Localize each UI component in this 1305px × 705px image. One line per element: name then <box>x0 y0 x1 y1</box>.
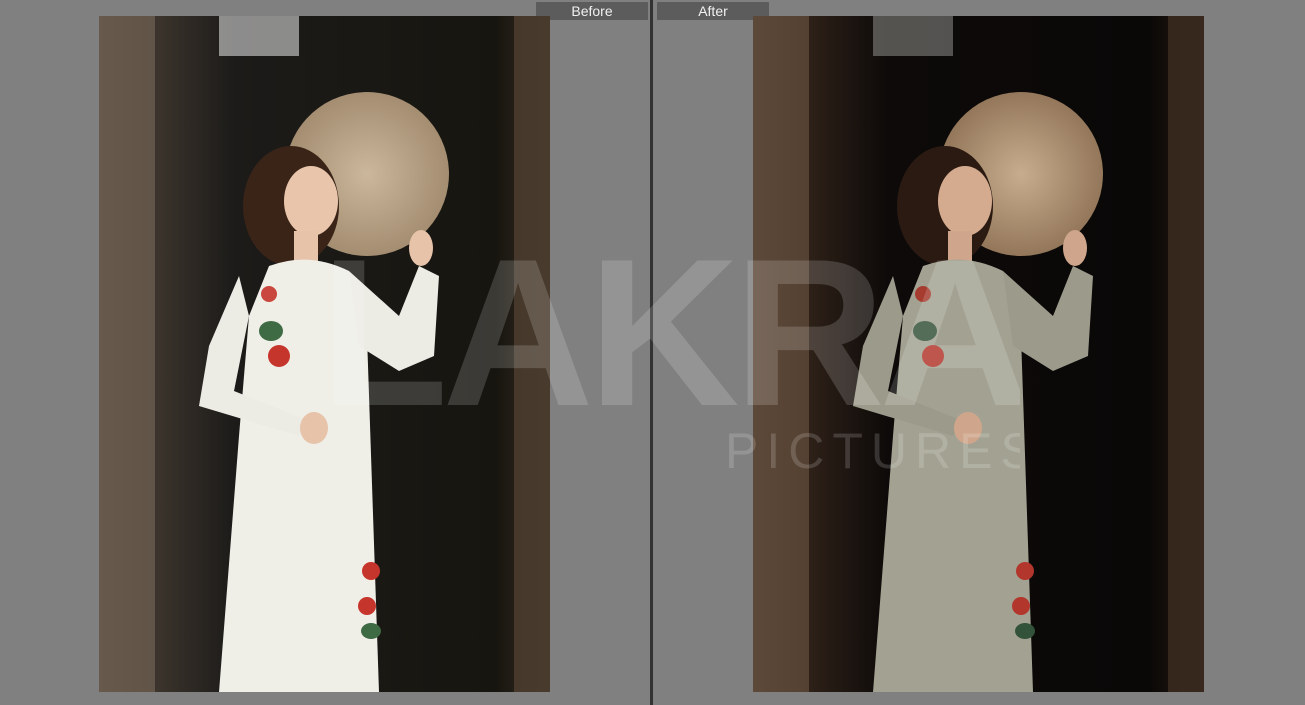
before-photo <box>99 16 550 692</box>
compare-divider[interactable] <box>650 0 653 705</box>
after-photo <box>753 16 1204 692</box>
before-tab: Before <box>536 2 648 20</box>
